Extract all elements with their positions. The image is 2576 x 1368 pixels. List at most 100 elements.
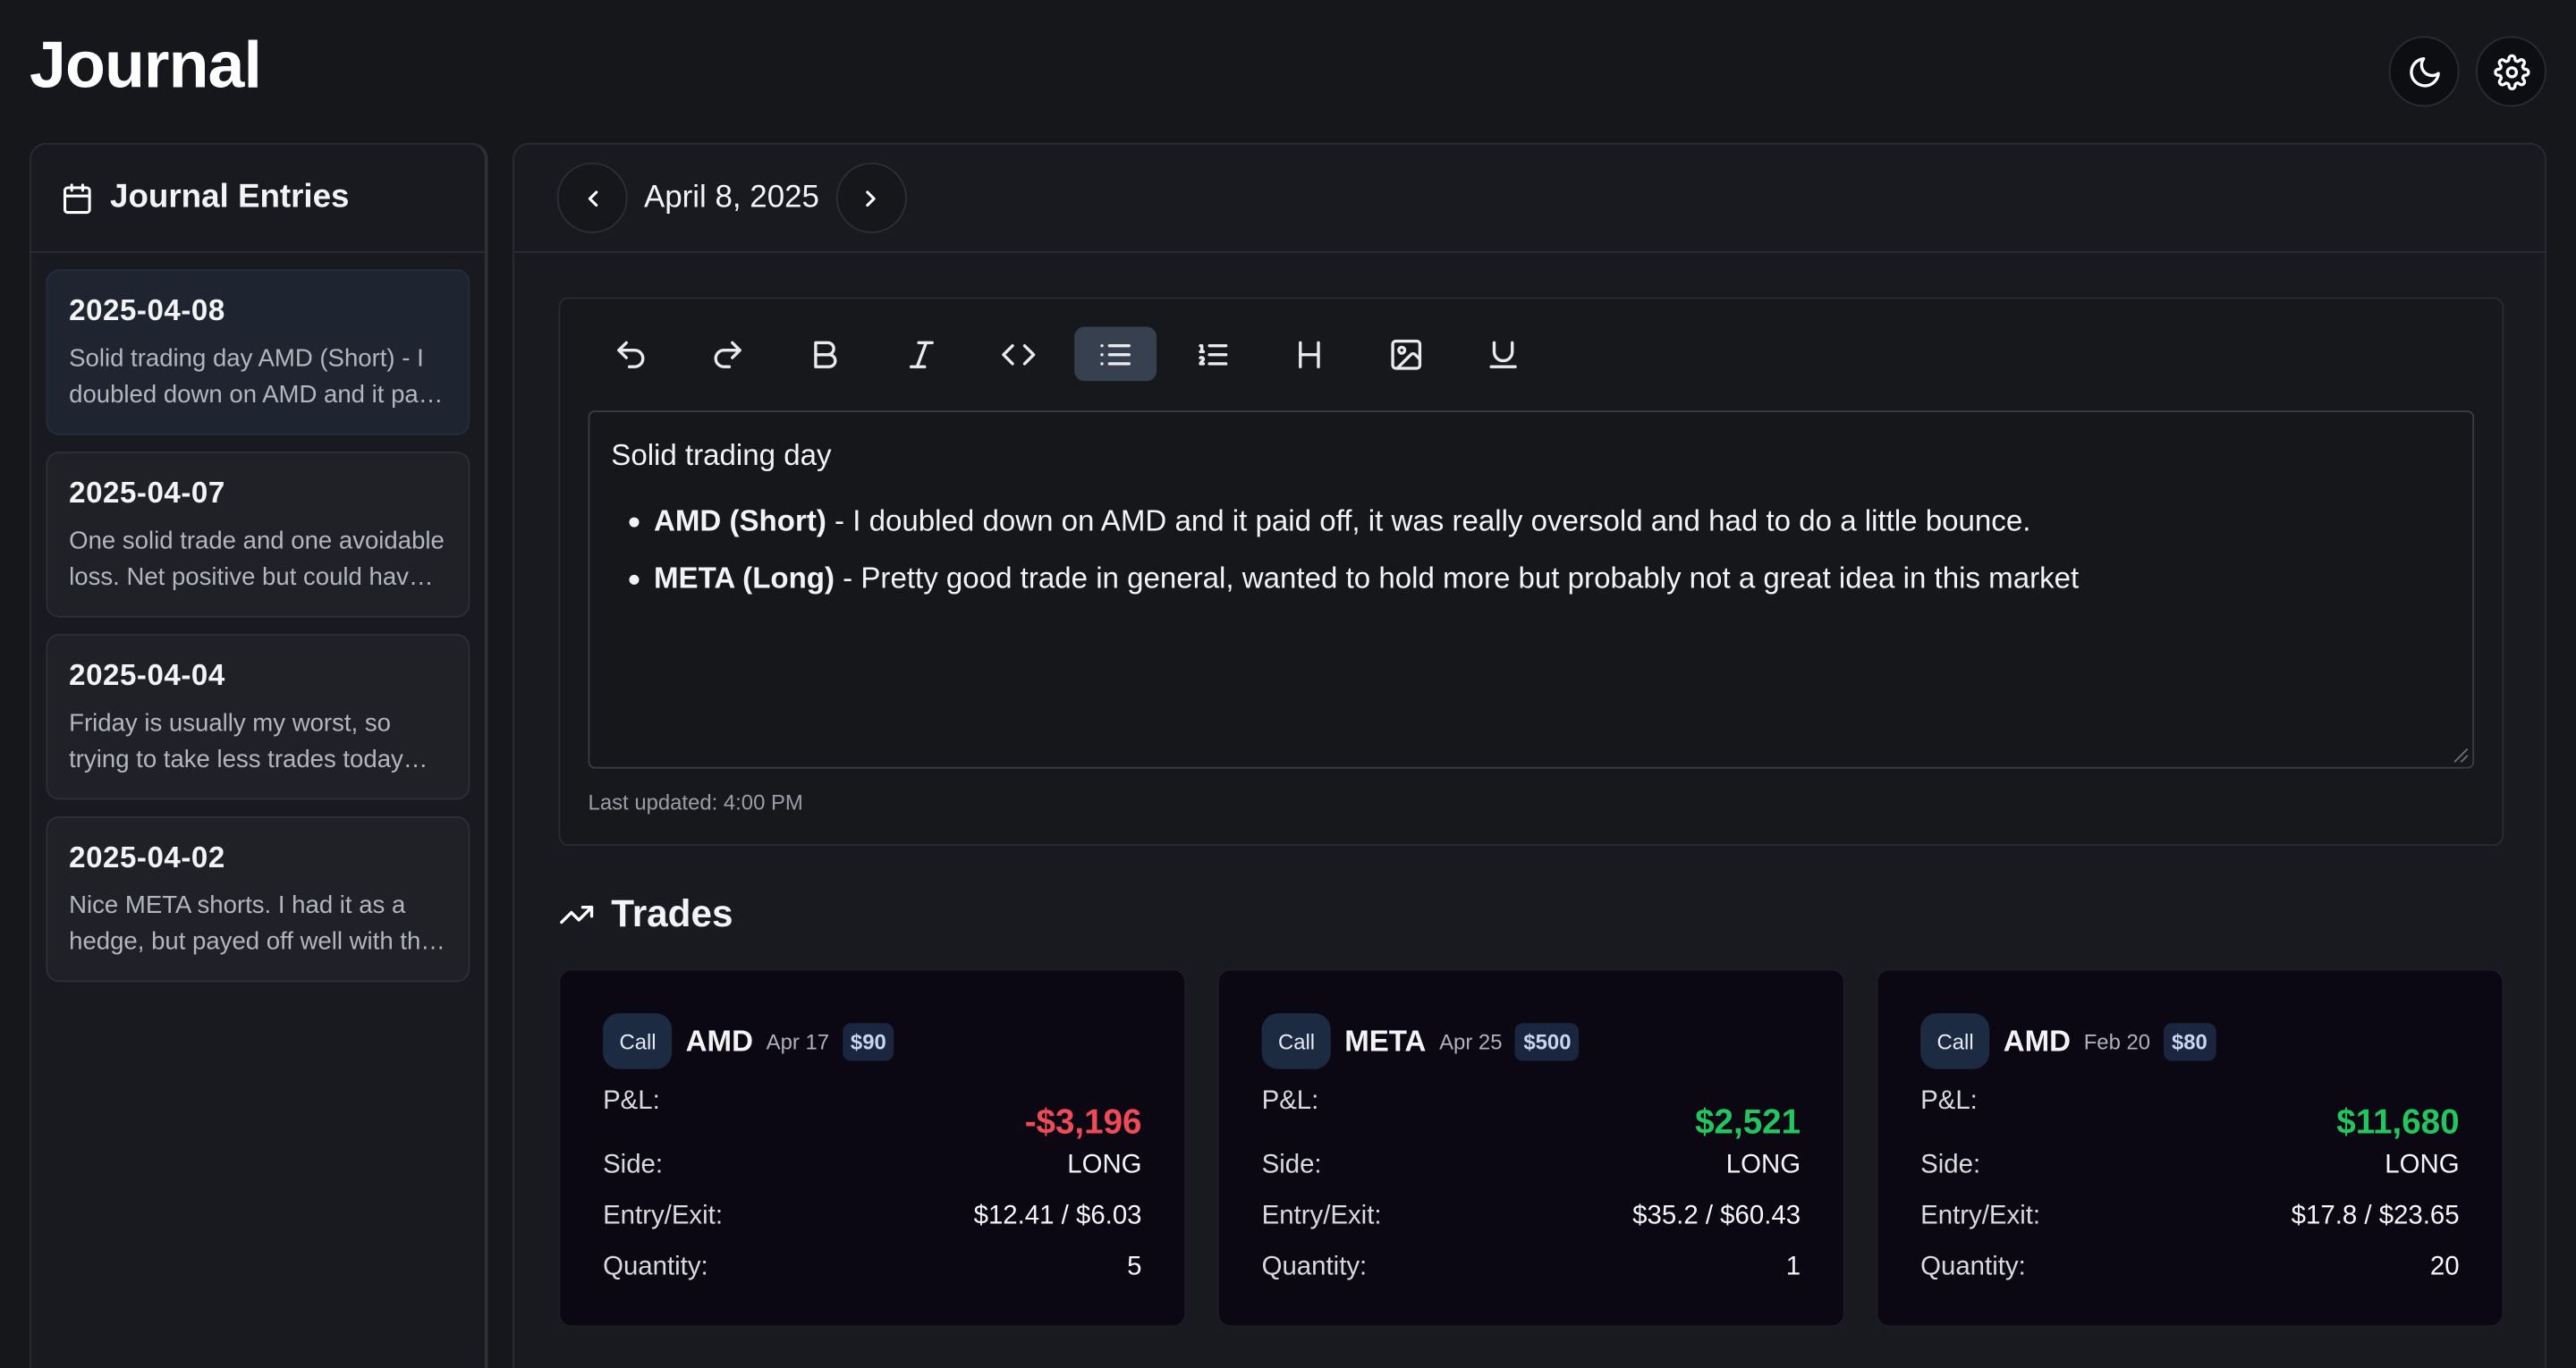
quantity-label: Quantity: [1261, 1253, 1368, 1281]
undo-button[interactable] [589, 327, 672, 382]
settings-button[interactable] [2475, 36, 2546, 107]
side-row: Side: LONG [603, 1152, 1141, 1203]
entry-date: 2025-04-04 [69, 658, 225, 692]
entry-exit-label: Entry/Exit: [1920, 1202, 2041, 1230]
bullet-list-icon [1100, 343, 1131, 365]
pl-value: $2,521 [1695, 1103, 1801, 1142]
bold-button[interactable] [784, 327, 866, 382]
ticker: META [1344, 1024, 1427, 1057]
main-panel: April 8, 2025 Solid trading day AMD (Sho… [513, 142, 2546, 1368]
underline-button[interactable] [1462, 327, 1545, 382]
current-date: April 8, 2025 [643, 180, 819, 215]
side-label: Side: [1261, 1151, 1322, 1179]
editor-bullet-list: AMD (Short) - I doubled down on AMD and … [611, 493, 2451, 608]
calendar-icon [64, 182, 91, 214]
entry-exit-row: Entry/Exit: $17.8 / $23.65 [1920, 1202, 2459, 1253]
entry-exit-value: $12.41 / $6.03 [973, 1202, 1142, 1230]
gear-icon [2493, 53, 2529, 90]
pl-row: P&L: $2,521 [1262, 1087, 1801, 1150]
trades-title: Trades [611, 891, 733, 935]
numbered-list-icon [1199, 343, 1228, 365]
entry-exit-label: Entry/Exit: [1261, 1202, 1382, 1230]
redo-icon [714, 340, 741, 367]
entry-date: 2025-04-08 [69, 293, 225, 327]
code-button[interactable] [978, 327, 1060, 382]
quantity-row: Quantity: 5 [603, 1253, 1141, 1304]
quantity-row: Quantity: 20 [1920, 1253, 2459, 1304]
ticker: AMD [2003, 1024, 2072, 1057]
list-item[interactable]: 2025-04-02 Nice META shorts. I had it as… [46, 815, 470, 983]
italic-button[interactable] [880, 327, 962, 382]
moon-icon [2409, 56, 2439, 87]
entry-exit-row: Entry/Exit: $12.41 / $6.03 [603, 1202, 1141, 1253]
trade-header: Call META Apr 25 $500 [1261, 1011, 1801, 1070]
option-type-badge: Call [1920, 1013, 1991, 1069]
list-item[interactable]: 2025-04-08 Solid trading day AMD (Short)… [46, 269, 470, 435]
entry-preview: Solid trading day AMD (Short) - I double… [69, 344, 438, 410]
editor-heading: Solid trading day [611, 438, 832, 472]
side-value: LONG [2385, 1151, 2460, 1179]
list-item[interactable]: 2025-04-07 One solid trade and one avoid… [46, 452, 470, 618]
expiry: Feb 20 [2083, 1028, 2151, 1054]
trade-cards: Call AMD Apr 17 $90 P&L: -$3,196 Side: L… [558, 968, 2504, 1328]
trade-card[interactable]: Call AMD Feb 20 $80 P&L: $11,680 Side: L… [1876, 968, 2504, 1328]
trade-card[interactable]: Call AMD Apr 17 $90 P&L: -$3,196 Side: L… [558, 968, 1187, 1328]
numbered-list-button[interactable] [1172, 327, 1254, 382]
pl-row: P&L: -$3,196 [603, 1087, 1141, 1150]
bullet-bold: AMD (Short) [654, 503, 826, 537]
resize-handle-icon[interactable] [2450, 744, 2470, 764]
side-label: Side: [603, 1151, 664, 1179]
sidebar-header: Journal Entries [30, 145, 485, 253]
entry-exit-value: $35.2 / $60.43 [1632, 1202, 1801, 1230]
strike-badge: $80 [2163, 1022, 2216, 1060]
pl-row: P&L: $11,680 [1920, 1087, 2459, 1150]
top-actions [2388, 36, 2546, 107]
image-button[interactable] [1365, 327, 1447, 382]
quantity-value: 20 [2429, 1253, 2460, 1281]
entry-exit-row: Entry/Exit: $35.2 / $60.43 [1262, 1202, 1801, 1253]
pl-value: $11,680 [2336, 1103, 2460, 1142]
page-title: Journal [30, 30, 262, 102]
quantity-value: 1 [1785, 1253, 1801, 1281]
heading-button[interactable] [1268, 327, 1351, 382]
entry-preview: Nice META shorts. I had it as a hedge, b… [69, 891, 435, 956]
pl-label: P&L: [1261, 1086, 1319, 1116]
journal-editor[interactable]: Solid trading day AMD (Short) - I double… [588, 410, 2475, 769]
ticker: AMD [685, 1024, 753, 1057]
prev-day-button[interactable] [556, 162, 628, 233]
bullet-bold: META (Long) [654, 562, 835, 595]
date-navigation: April 8, 2025 [513, 145, 2546, 253]
last-updated: Last updated: 4:00 PM [588, 790, 803, 815]
theme-toggle-button[interactable] [2388, 36, 2460, 107]
bullet-text: - I doubled down on AMD and it paid off,… [826, 503, 2031, 537]
entry-preview: Friday is usually my worst, so trying to… [69, 709, 403, 774]
bullet-list-button[interactable] [1074, 326, 1157, 382]
italic-icon [909, 340, 934, 367]
list-item: AMD (Short) - I doubled down on AMD and … [611, 493, 2451, 550]
image-icon [1391, 338, 1422, 369]
side-label: Side: [1920, 1151, 1981, 1179]
option-type-badge: Call [1261, 1013, 1332, 1069]
undo-icon [617, 340, 645, 367]
expiry: Apr 25 [1439, 1028, 1503, 1054]
chevron-left-icon [587, 190, 597, 207]
trade-header: Call AMD Feb 20 $80 [1920, 1011, 2459, 1070]
chevron-right-icon [866, 190, 877, 207]
strike-badge: $500 [1515, 1022, 1580, 1060]
bullet-text: - Pretty good trade in general, wanted t… [835, 562, 2080, 595]
bold-icon [814, 340, 837, 367]
side-value: LONG [1725, 1151, 1801, 1179]
sidebar-title: Journal Entries [110, 179, 350, 215]
next-day-button[interactable] [835, 162, 907, 233]
trade-card[interactable]: Call META Apr 25 $500 P&L: $2,521 Side: … [1217, 968, 1845, 1328]
quantity-row: Quantity: 1 [1262, 1253, 1801, 1304]
list-item[interactable]: 2025-04-04 Friday is usually my worst, s… [46, 633, 470, 800]
editor-card: Solid trading day AMD (Short) - I double… [558, 297, 2504, 846]
redo-button[interactable] [687, 327, 769, 382]
pl-value: -$3,196 [1024, 1103, 1142, 1142]
side-row: Side: LONG [1262, 1152, 1801, 1203]
editor-toolbar [589, 326, 1545, 382]
trending-up-icon [560, 905, 594, 924]
strike-badge: $90 [842, 1022, 894, 1060]
entry-date: 2025-04-02 [69, 840, 225, 874]
